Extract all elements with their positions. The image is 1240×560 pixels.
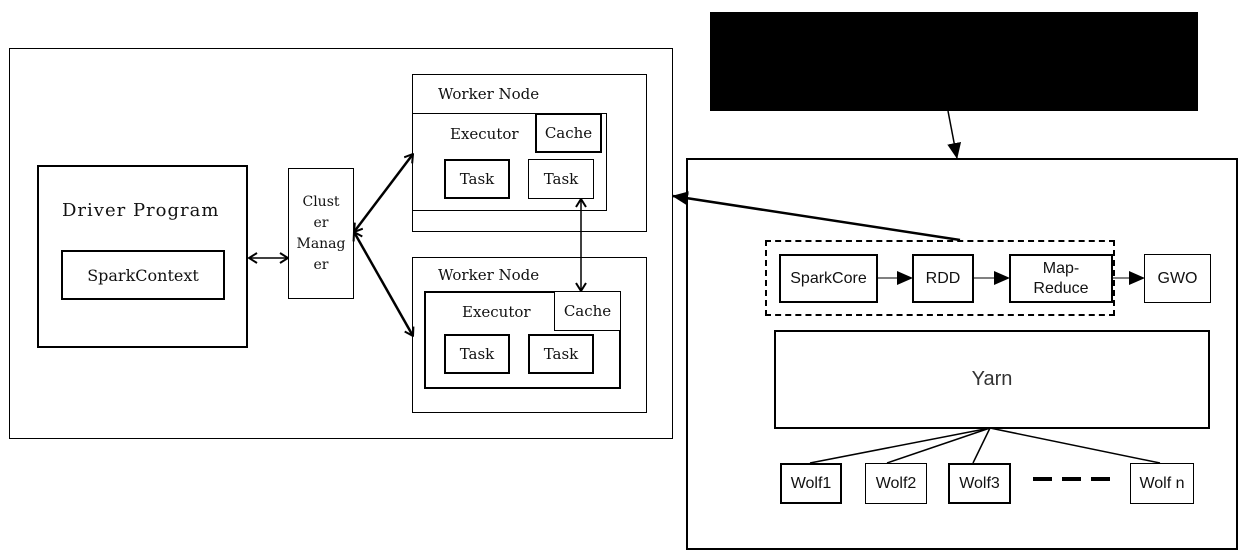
wolf-1-label: Wolf1 [790,474,832,492]
cache-2-label: Cache [563,302,612,320]
spark-context-label: SparkContext [87,265,199,285]
arrow-source-to-panel [947,110,962,159]
task-2a-box: Task [444,334,510,374]
wolf-3-label: Wolf3 [959,474,1000,492]
pipeline-gwo-label: GWO [1157,269,1198,287]
task-2b-label: Task [543,345,579,363]
cluster-manager-line-3: Manag [296,235,346,252]
wolf-2-box: Wolf2 [865,463,927,504]
pipeline-gwo-box: GWO [1144,254,1211,303]
wolf-1-box: Wolf1 [780,463,842,504]
obscured-source-box [710,12,1198,111]
task-1a-label: Task [459,170,495,188]
yarn-box: Yarn [774,330,1210,429]
wolf-n-label: Wolf n [1139,474,1185,492]
executor-2-label: Executor [462,303,531,321]
pipeline-sparkcore-label: SparkCore [790,269,867,287]
pipeline-rdd-box: RDD [912,254,974,303]
spark-context-box: SparkContext [61,250,225,300]
pipeline-reduce-label: Reduce [1033,279,1089,297]
task-2b-box: Task [528,334,594,374]
task-1b-label: Task [543,170,579,188]
task-2a-label: Task [459,345,495,363]
wolf-3-box: Wolf3 [948,463,1011,504]
pipeline-rdd-label: RDD [925,269,961,287]
task-1a-box: Task [444,159,510,199]
driver-program-label: Driver Program [62,200,220,221]
yarn-label: Yarn [971,368,1013,390]
worker-node-1-label: Worker Node [438,85,540,103]
wolf-n-box: Wolf n [1130,463,1194,504]
cluster-manager-line-2: er [313,214,329,231]
executor-1-label: Executor [450,125,519,143]
cache-1-label: Cache [544,124,593,142]
cache-1-box: Cache [535,113,602,153]
wolf-2-label: Wolf2 [875,474,917,492]
cluster-manager-box: Clust er Manag er [288,168,354,299]
cache-2-box: Cache [554,291,621,331]
pipeline-map-label: Map- [1042,259,1080,277]
pipeline-mapreduce-box: Map- Reduce [1009,254,1113,303]
task-1b-box: Task [528,159,594,199]
cluster-manager-line-4: er [313,256,329,273]
worker-node-2-label: Worker Node [438,266,540,284]
cluster-manager-line-1: Clust [302,193,340,210]
pipeline-sparkcore-box: SparkCore [779,254,878,303]
